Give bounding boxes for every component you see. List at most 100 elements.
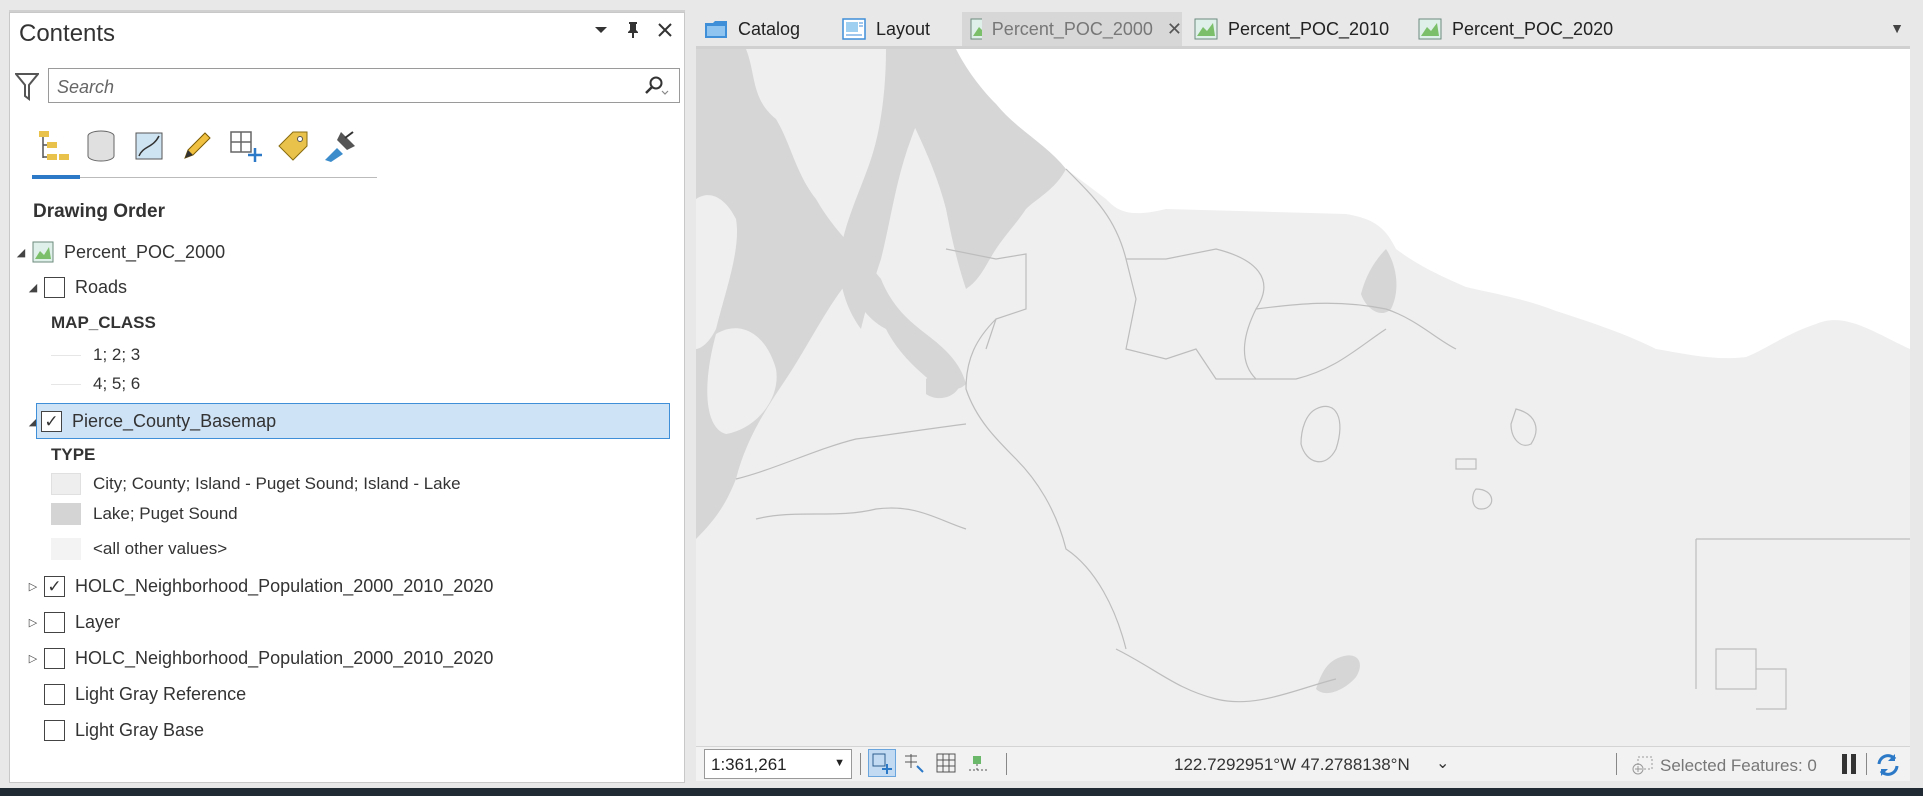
scale-value: 1:361,261 [711,755,787,774]
editing-pencil-icon[interactable] [176,125,218,167]
map-icon [970,18,982,40]
navigation-tool-icon[interactable] [868,749,896,777]
search-icon[interactable] [641,75,669,97]
view-tabs: Catalog Layout Percent_POC_2000 ✕ Percen… [696,12,1910,46]
legend-item: Lake; Puget Sound [51,503,238,525]
map-icon [1194,18,1218,40]
arcgis-pro-window: Contents Search Drawing Order ◢ Percent_… [0,0,1923,796]
layer-visibility-checkbox[interactable] [44,611,65,633]
filter-icon[interactable] [13,71,41,101]
tabs-overflow-chevron-icon[interactable]: ▼ [1890,20,1904,36]
toolbar-divider [32,177,377,178]
layer-label: Light Gray Reference [75,683,247,704]
symbology-brush-icon[interactable] [320,125,362,167]
grid-icon[interactable] [932,749,960,777]
line-swatch [51,383,81,385]
labeling-tag-icon[interactable] [272,125,314,167]
pane-options-chevron-icon[interactable] [590,19,612,41]
layer-label: Light Gray Base [75,719,205,740]
tab-label: Catalog [738,18,801,39]
scale-selector[interactable]: 1:361,261 ▼ [704,749,852,779]
tab-label: Percent_POC_2000 [991,18,1153,39]
data-source-icon[interactable] [80,125,122,167]
fill-swatch [51,538,81,560]
selection-view-icon[interactable] [128,125,170,167]
layer-item-roads[interactable]: ◢ Roads [26,272,127,302]
drawing-order-icon[interactable] [32,125,74,167]
layer-visibility-checkbox[interactable] [44,683,65,705]
map-icon [32,241,54,263]
refresh-icon[interactable] [1874,751,1902,779]
layer-label: HOLC_Neighborhood_Population_2000_2010_2… [75,647,494,668]
expand-arrow-icon[interactable]: ▷ [26,616,40,629]
close-icon[interactable] [654,19,676,41]
layer-item-light-gray-base[interactable]: Light Gray Base [26,715,204,745]
legend-heading-type: TYPE [51,445,96,464]
map-root-label: Percent_POC_2000 [64,241,226,262]
layer-item-holc-population-2[interactable]: ▷ HOLC_Neighborhood_Population_2000_2010… [26,643,493,673]
coordinate-readout: 122.7292951°W 47.2788138°N [1174,755,1410,774]
legend-label: 4; 5; 6 [93,374,141,393]
taskbar-strip [0,788,1923,796]
active-view-indicator [32,175,80,179]
map-view[interactable] [696,46,1910,746]
legend-item: 1; 2; 3 [51,345,140,365]
snapping-add-icon[interactable] [224,125,266,167]
layer-visibility-checkbox[interactable] [44,276,65,298]
layer-visibility-checkbox[interactable] [44,647,65,669]
tab-catalog[interactable]: Catalog [696,12,826,46]
separator [1006,753,1007,775]
catalog-icon [705,21,727,38]
collapse-arrow-icon[interactable]: ◢ [14,246,28,259]
legend-label: <all other values> [93,539,228,558]
expand-arrow-icon[interactable]: ▷ [26,652,40,665]
map-status-bar: 1:361,261 ▼ 122.7292951°W 47.2788138°N ⌄… [696,746,1910,781]
contents-pane: Contents Search Drawing Order ◢ Percent_… [9,12,685,783]
legend-item: 4; 5; 6 [51,374,140,394]
pin-icon[interactable] [622,19,644,41]
expand-arrow-icon[interactable]: ▷ [26,580,40,593]
snapping-icon[interactable] [900,749,928,777]
layer-label: Roads [75,276,128,297]
tab-percent-poc-2010[interactable]: Percent_POC_2010 [1186,12,1396,46]
legend-label: City; County; Island - Puget Sound; Isla… [93,474,461,493]
tab-label: Layout [876,18,931,39]
map-canvas [696,49,1910,746]
line-swatch [51,354,81,356]
legend-item: City; County; Island - Puget Sound; Isla… [51,473,461,495]
tab-layout[interactable]: Layout [834,12,952,46]
selected-features[interactable]: Selected Features: 0 [1630,755,1817,777]
close-tab-icon[interactable]: ✕ [1167,19,1182,40]
map-root-item[interactable]: ◢ Percent_POC_2000 [14,237,225,267]
constraints-icon[interactable] [964,749,992,777]
coordinate-format-chevron-icon[interactable]: ⌄ [1436,753,1449,773]
layer-item-layer[interactable]: ▷ Layer [26,607,120,637]
selected-features-icon [1632,756,1653,775]
layer-item-light-gray-reference[interactable]: Light Gray Reference [26,679,246,709]
legend-label: 1; 2; 3 [93,345,141,364]
tab-label: Percent_POC_2010 [1228,18,1390,39]
legend-item: <all other values> [51,538,227,560]
separator [1866,753,1867,775]
chevron-down-icon[interactable]: ▼ [834,757,845,769]
contents-view-toolbar [32,125,362,167]
legend-heading-map-class: MAP_CLASS [51,313,156,332]
layer-item-holc-population[interactable]: ▷ ✓ HOLC_Neighborhood_Population_2000_20… [26,571,493,601]
tab-percent-poc-2020[interactable]: Percent_POC_2020 [1410,12,1620,46]
pause-drawing-icon[interactable] [1842,754,1860,774]
map-icon [1418,18,1442,40]
pane-controls [590,19,676,41]
layer-visibility-checkbox[interactable] [44,719,65,741]
status-tools [868,749,992,777]
separator [1616,753,1617,775]
layer-visibility-checkbox[interactable]: ✓ [44,575,65,597]
legend-label: Lake; Puget Sound [93,504,238,523]
fill-swatch [51,503,81,525]
collapse-arrow-icon[interactable]: ◢ [26,281,40,294]
selection-highlight: ✓ Pierce_County_Basemap [36,403,670,439]
layer-item-pierce-county-basemap[interactable]: ◢ ✓ Pierce_County_Basemap [26,403,670,439]
layer-visibility-checkbox[interactable]: ✓ [41,410,62,432]
layer-label: HOLC_Neighborhood_Population_2000_2010_2… [75,575,494,596]
search-input[interactable]: Search [48,68,680,103]
tab-percent-poc-2000[interactable]: Percent_POC_2000 ✕ [962,12,1182,46]
